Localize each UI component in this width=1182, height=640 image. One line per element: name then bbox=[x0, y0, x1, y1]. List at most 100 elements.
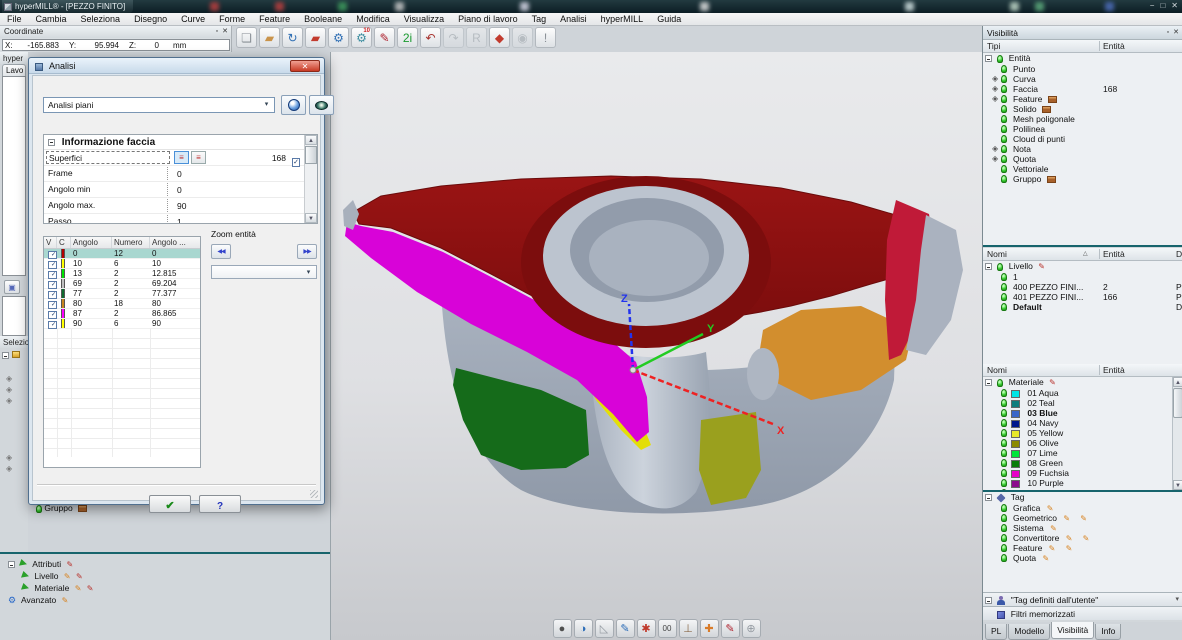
angle-table-row[interactable]: ✓ 69 2 69.204 bbox=[44, 279, 200, 289]
tree-item[interactable]: ◈ Quota bbox=[983, 154, 1182, 164]
expander-icon[interactable] bbox=[2, 352, 9, 359]
bulb-icon[interactable] bbox=[1001, 145, 1007, 153]
bulb-icon[interactable] bbox=[1001, 514, 1007, 522]
scroll-up-icon[interactable]: ▲ bbox=[1173, 377, 1182, 387]
bulb-icon[interactable] bbox=[1001, 554, 1007, 562]
close-icon[interactable]: ✕ bbox=[222, 26, 228, 38]
menu-item[interactable]: Tag bbox=[525, 13, 554, 26]
sidebar-tab[interactable]: Modello bbox=[1008, 624, 1050, 640]
bulb-icon[interactable] bbox=[1001, 95, 1007, 103]
left-panel-tab[interactable]: Lavo bbox=[2, 64, 26, 76]
menu-item[interactable]: Piano di lavoro bbox=[451, 13, 525, 26]
user-tags-row[interactable]: "Tag definiti dall'utente" ▾ bbox=[983, 592, 1182, 606]
pencil-icon[interactable]: ✎ bbox=[1049, 378, 1056, 387]
menu-item[interactable]: Modifica bbox=[349, 13, 397, 26]
bulb-icon[interactable] bbox=[1001, 85, 1007, 93]
close-icon[interactable]: ✕ bbox=[1173, 26, 1179, 40]
scroll-down-icon[interactable]: ▼ bbox=[305, 213, 317, 223]
minimize-icon[interactable]: − bbox=[1150, 1, 1155, 10]
property-row[interactable]: Superfici ≡ ≡ 168 ✓ bbox=[44, 150, 304, 166]
levels-column-header[interactable]: Nomi △ Entità D bbox=[983, 248, 1182, 261]
bulb-icon[interactable] bbox=[1001, 273, 1007, 281]
expander-icon[interactable] bbox=[985, 263, 992, 270]
bulb-icon[interactable] bbox=[1001, 175, 1007, 183]
tree-root-tag[interactable]: Tag bbox=[983, 492, 1182, 503]
angle-table-row[interactable]: ✓ 10 6 10 bbox=[44, 259, 200, 269]
tree-root-materiale[interactable]: Materiale ✎ bbox=[983, 377, 1182, 388]
row-visible-checkbox[interactable]: ✓ bbox=[48, 251, 57, 259]
toolbar-button[interactable]: ◆ bbox=[489, 27, 510, 48]
viewport-tool-button[interactable]: ⊥ bbox=[679, 619, 698, 638]
float-icon[interactable]: ▫ bbox=[216, 26, 218, 38]
tree-item[interactable]: ◈ Gruppo bbox=[983, 174, 1182, 184]
menu-item[interactable]: Disegno bbox=[127, 13, 174, 26]
tree-item[interactable]: Sistema ✎ bbox=[983, 523, 1182, 533]
tree-item[interactable]: Default D bbox=[983, 302, 1182, 312]
tree-item[interactable]: 06 Olive bbox=[983, 438, 1182, 448]
help-button[interactable]: ? bbox=[199, 495, 241, 513]
tree-item[interactable]: ◈ Faccia 168 bbox=[983, 84, 1182, 94]
pencil-icon[interactable]: ✎ bbox=[64, 572, 71, 581]
analysis-type-select[interactable]: Analisi piani ▾ bbox=[43, 97, 275, 113]
bulb-icon[interactable] bbox=[1001, 135, 1007, 143]
tree-item[interactable]: 1 bbox=[983, 272, 1182, 282]
viewport-tool-button[interactable]: ◺ bbox=[595, 619, 614, 638]
property-row[interactable]: Angolo min 0 ≡ ≡ ✓ bbox=[44, 182, 304, 198]
angle-table-row[interactable]: ✓ 13 2 12.815 bbox=[44, 269, 200, 279]
tree-item[interactable]: 400 PEZZO FINI... 2 P bbox=[983, 282, 1182, 292]
dialog-close-button[interactable]: ✕ bbox=[290, 60, 320, 72]
expander-icon[interactable] bbox=[985, 597, 992, 604]
bulb-icon[interactable] bbox=[997, 263, 1003, 271]
angle-table-row[interactable]: ✓ 77 2 77.377 bbox=[44, 289, 200, 299]
property-row[interactable]: Angolo max. 90 ≡ ≡ ✓ bbox=[44, 198, 304, 214]
toolbar-button[interactable]: ↷ bbox=[443, 27, 464, 48]
tree-item[interactable]: Geometrico ✎ ✎ bbox=[983, 513, 1182, 523]
tree-item[interactable]: ◈ Polilinea bbox=[983, 124, 1182, 134]
menu-item[interactable]: Feature bbox=[252, 13, 297, 26]
chevron-down-icon[interactable]: ▾ bbox=[261, 100, 272, 110]
bulb-icon[interactable] bbox=[1001, 283, 1007, 291]
row-visible-checkbox[interactable]: ✓ bbox=[48, 311, 57, 319]
property-value[interactable]: 1 bbox=[177, 214, 182, 223]
tree-item[interactable]: ◈ Vettoriale bbox=[983, 164, 1182, 174]
tree-item[interactable]: ◈ Mesh poligonale bbox=[983, 114, 1182, 124]
menu-item[interactable]: Analisi bbox=[553, 13, 594, 26]
viewport-tool-button[interactable]: 00 bbox=[658, 619, 677, 638]
tree-item[interactable]: 02 Teal bbox=[983, 398, 1182, 408]
toolbar-button[interactable]: ⚙ bbox=[328, 27, 349, 48]
dropdown-arrow-icon[interactable]: ▾ bbox=[1175, 593, 1179, 607]
viewport-tool-button[interactable]: ✎ bbox=[721, 619, 740, 638]
pencil-icon[interactable]: ✎ bbox=[66, 560, 73, 569]
pencil-icon[interactable]: ✎ bbox=[87, 584, 94, 593]
bulb-icon[interactable] bbox=[1001, 115, 1007, 123]
menu-item[interactable]: Visualizza bbox=[397, 13, 451, 26]
menu-item[interactable]: Forme bbox=[212, 13, 252, 26]
menu-item[interactable]: File bbox=[0, 13, 29, 26]
viewport-3d[interactable]: Z Y X ● ◑ ◺ ✎ bbox=[330, 52, 982, 640]
sidebar-tab[interactable]: PL bbox=[985, 624, 1007, 640]
viewport-tool-button[interactable]: ◑ bbox=[574, 619, 593, 638]
eye-view-button[interactable] bbox=[309, 95, 334, 115]
row-visible-checkbox[interactable]: ✓ bbox=[48, 291, 57, 299]
expander-icon[interactable] bbox=[985, 55, 992, 62]
tree-item[interactable]: ◈ Feature bbox=[983, 94, 1182, 104]
job-list[interactable] bbox=[2, 76, 26, 276]
tree-item[interactable]: ◈ Cloud di punti bbox=[983, 134, 1182, 144]
menu-item[interactable]: Curve bbox=[174, 13, 212, 26]
row-visible-checkbox[interactable]: ✓ bbox=[48, 321, 57, 329]
toolbar-button[interactable]: 2i bbox=[397, 27, 418, 48]
bulb-icon[interactable] bbox=[1001, 534, 1007, 542]
zoom-next-button[interactable]: ▶▶ bbox=[297, 244, 317, 259]
tree-item-attributi[interactable]: Attributi ✎ bbox=[8, 558, 94, 570]
bulb-icon[interactable] bbox=[1001, 389, 1007, 397]
toolbar-button[interactable]: ✎ bbox=[374, 27, 395, 48]
tree-item[interactable]: Grafica ✎ bbox=[983, 503, 1182, 513]
bulb-icon[interactable] bbox=[1001, 439, 1007, 447]
bulb-icon[interactable] bbox=[1001, 469, 1007, 477]
float-icon[interactable]: ▫ bbox=[1167, 26, 1169, 40]
dialog-titlebar[interactable]: Analisi ✕ bbox=[29, 58, 324, 74]
bulb-icon[interactable] bbox=[1001, 125, 1007, 133]
row-visible-checkbox[interactable]: ✓ bbox=[48, 301, 57, 309]
resize-grip[interactable] bbox=[310, 490, 318, 498]
viewport-tool-button[interactable]: ✱ bbox=[637, 619, 656, 638]
